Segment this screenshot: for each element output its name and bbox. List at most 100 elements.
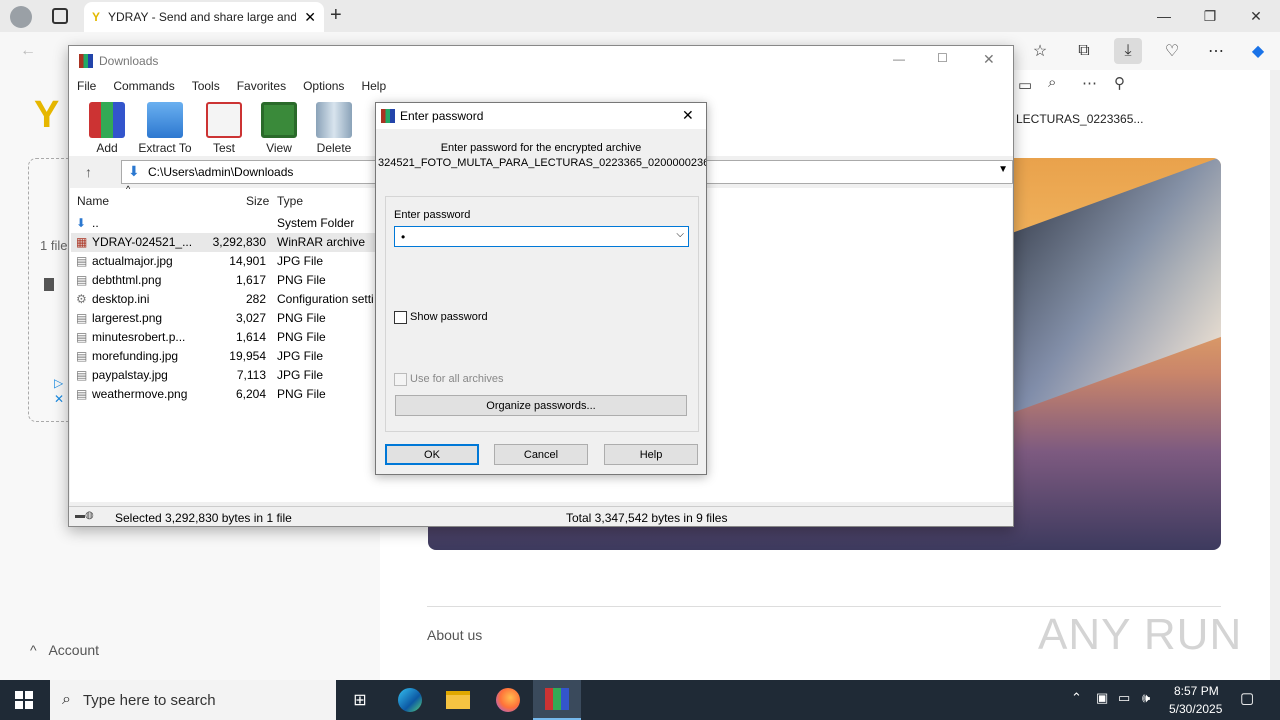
file-icon: ▤ [76, 330, 88, 344]
ad-close-icon[interactable]: ✕ [54, 392, 64, 406]
status-total: Total 3,347,542 bytes in 9 files [566, 511, 728, 525]
minimize-button[interactable]: — [1141, 0, 1187, 32]
table-row[interactable]: ▤ paypalstay.jpg 7,113 JPG File [70, 366, 390, 385]
notification-icon[interactable]: ▢ [1240, 689, 1254, 707]
taskbar-search[interactable]: ⌕ Type here to search [50, 680, 336, 720]
column-name[interactable]: Name [77, 194, 109, 208]
show-password-checkbox[interactable] [394, 311, 407, 324]
dialog-title: Enter password [400, 109, 484, 123]
address-dropdown-icon[interactable]: ▼ [998, 164, 1008, 175]
ydray-logo: Y [34, 94, 60, 136]
table-row[interactable]: ⬇.. System Folder [70, 214, 390, 233]
clock-date[interactable]: 5/30/2025 [1169, 702, 1222, 716]
network-icon[interactable]: ▭ [1118, 690, 1130, 706]
tray-chevron-icon[interactable]: ⌃ [1071, 690, 1082, 706]
up-arrow-icon[interactable]: ↑ [85, 164, 92, 180]
page-search-icon[interactable]: ⌕ [1048, 74, 1056, 91]
table-row[interactable]: ▤ largerest.png 3,027 PNG File [70, 309, 390, 328]
file-explorer-icon[interactable] [434, 680, 482, 720]
menu-help[interactable]: Help [361, 76, 394, 98]
collections-icon[interactable]: ⧉ [1070, 38, 1098, 64]
add-button[interactable]: Add [79, 102, 135, 155]
password-dropdown-icon[interactable]: ⌵ [676, 229, 684, 240]
menu-tools[interactable]: Tools [192, 76, 228, 98]
extract-to-button[interactable]: Extract To [137, 102, 193, 155]
task-view-button[interactable]: ⊞ [336, 680, 384, 720]
anyrun-watermark: ANY RUN [1038, 610, 1243, 659]
table-row[interactable]: ▤ actualmajor.jpg 14,901 JPG File [70, 252, 390, 271]
table-row[interactable]: ⚙ desktop.ini 282 Configuration setti [70, 290, 390, 309]
tab-close-icon[interactable]: ✕ [304, 9, 316, 26]
clock-time[interactable]: 8:57 PM [1174, 684, 1219, 698]
help-button[interactable]: Help [604, 444, 698, 465]
table-row[interactable]: ▤ minutesrobert.p... 1,614 PNG File [70, 328, 390, 347]
password-dialog: Enter password ✕ Enter password for the … [375, 102, 707, 475]
winrar-menubar: File Commands Tools Favorites Options He… [69, 76, 1013, 98]
column-size[interactable]: Size [246, 194, 269, 208]
use-all-label: Use for all archives [410, 373, 504, 385]
account-link[interactable]: ^ Account [30, 642, 99, 658]
organize-passwords-button[interactable]: Organize passwords... [395, 395, 687, 416]
more-icon[interactable]: ⋯ [1202, 38, 1230, 64]
winrar-close-button[interactable]: ✕ [983, 51, 995, 68]
view-button[interactable]: View [251, 102, 307, 155]
restore-button[interactable]: ❐ [1187, 0, 1233, 32]
edge-icon[interactable] [386, 680, 434, 720]
rar-file-icon: ▦ [76, 235, 88, 249]
view-book-icon [261, 102, 297, 138]
table-row[interactable]: ▤ morefunding.jpg 19,954 JPG File [70, 347, 390, 366]
file-icon: ▤ [76, 368, 88, 382]
copilot-icon[interactable]: ◆ [1244, 38, 1272, 64]
file-icon: ▤ [76, 273, 88, 287]
address-path: C:\Users\admin\Downloads [148, 165, 294, 179]
performance-icon[interactable]: ♡ [1158, 38, 1186, 64]
downloads-icon[interactable]: ⤓ [1114, 38, 1142, 64]
page-folder-icon[interactable]: ▭ [1018, 76, 1032, 94]
divider [427, 606, 1221, 607]
file-icon: ▤ [76, 387, 88, 401]
page-more-icon[interactable]: ⋯ [1082, 74, 1097, 92]
firefox-icon[interactable] [484, 680, 532, 720]
chevron-up-icon: ^ [30, 642, 37, 658]
column-type[interactable]: Type [277, 194, 303, 208]
show-password-label: Show password [410, 311, 488, 323]
menu-file[interactable]: File [77, 76, 104, 98]
taskbar: ⌕ Type here to search ⊞ ⌃ ▣ ▭ 🕪 8:57 PM … [0, 680, 1280, 720]
page-scrollbar[interactable] [1270, 70, 1280, 680]
dialog-close-button[interactable]: ✕ [682, 107, 694, 124]
table-row[interactable]: ▤ weathermove.png 6,204 PNG File [70, 385, 390, 404]
winrar-maximize-button[interactable]: ☐ [937, 51, 948, 65]
search-placeholder: Type here to search [82, 691, 216, 709]
winrar-taskbar-icon[interactable] [533, 680, 581, 720]
table-row[interactable]: ▤ debthtml.png 1,617 PNG File [70, 271, 390, 290]
tray-device-icon[interactable]: ▣ [1096, 690, 1108, 706]
volume-icon[interactable]: 🕪 [1142, 690, 1150, 706]
password-value: • [401, 230, 406, 244]
favorites-icon[interactable]: ☆ [1026, 38, 1054, 64]
about-link[interactable]: About us [427, 627, 482, 643]
table-row[interactable]: ▦ YDRAY-024521_... 3,292,830 WinRAR archive [70, 233, 390, 252]
browser-tab-ydray[interactable]: Y YDRAY - Send and share large and ✕ [84, 2, 324, 32]
page-pin-icon[interactable]: ⚲ [1114, 74, 1125, 92]
winrar-minimize-button[interactable]: — [893, 52, 905, 66]
tab-actions-icon[interactable] [52, 8, 68, 24]
ok-button[interactable]: OK [385, 444, 479, 465]
sort-indicator-icon: ^ [126, 184, 131, 194]
file-icon [44, 278, 54, 291]
ad-info-icon[interactable]: ▷ [54, 376, 63, 390]
delete-button[interactable]: Delete [306, 102, 362, 155]
profile-icon[interactable] [10, 6, 32, 28]
close-button[interactable]: ✕ [1233, 0, 1279, 32]
menu-commands[interactable]: Commands [113, 76, 182, 98]
new-tab-button[interactable]: + [330, 4, 342, 27]
ydray-favicon-icon: Y [92, 10, 101, 24]
tab-strip: Y YDRAY - Send and share large and ✕ + —… [0, 0, 1280, 32]
back-icon[interactable]: ← [14, 38, 42, 64]
password-input[interactable]: • ⌵ [394, 226, 689, 247]
menu-favorites[interactable]: Favorites [237, 76, 294, 98]
dialog-titlebar: Enter password ✕ [376, 103, 706, 129]
test-button[interactable]: Test [196, 102, 252, 155]
start-button[interactable] [0, 680, 48, 720]
menu-options[interactable]: Options [303, 76, 352, 98]
cancel-button[interactable]: Cancel [494, 444, 588, 465]
